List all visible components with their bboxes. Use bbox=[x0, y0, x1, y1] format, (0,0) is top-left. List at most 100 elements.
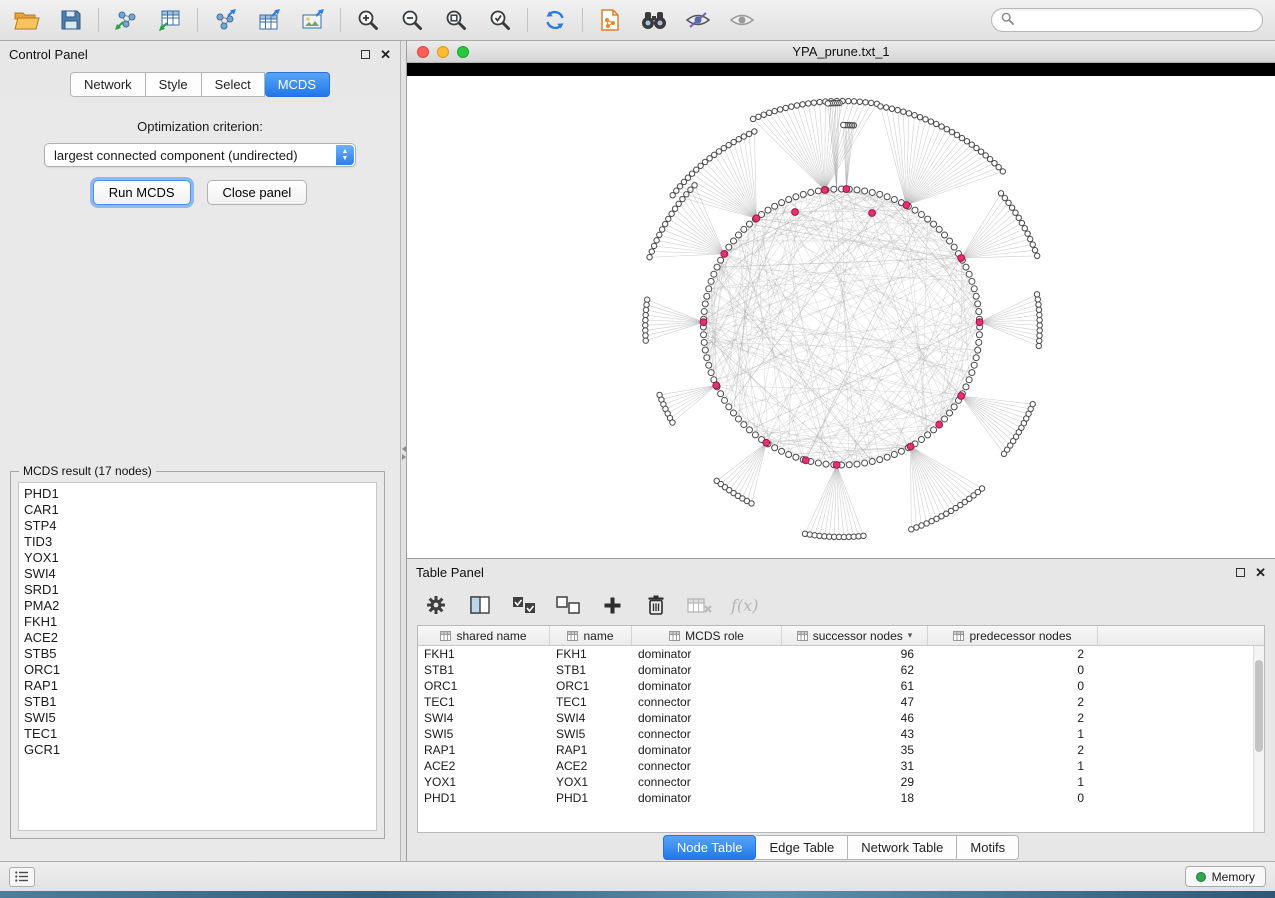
export-image-icon[interactable] bbox=[298, 5, 328, 35]
table-row[interactable]: SWI4SWI4dominator462 bbox=[418, 710, 1264, 726]
table-cell: 62 bbox=[782, 662, 928, 678]
table-cell: 96 bbox=[782, 646, 928, 662]
close-table-panel-icon[interactable]: ✕ bbox=[1255, 566, 1266, 579]
mcds-result-item[interactable]: ACE2 bbox=[24, 630, 371, 646]
control-panel: Control Panel ✕ NetworkStyleSelectMCDS O… bbox=[0, 41, 400, 861]
table-toolbar: f(x) bbox=[407, 585, 1275, 625]
column-header-shared-name[interactable]: shared name bbox=[418, 626, 550, 645]
mcds-result-item[interactable]: GCR1 bbox=[24, 742, 371, 758]
tab-mcds[interactable]: MCDS bbox=[265, 72, 330, 97]
table-row[interactable]: YOX1YOX1connector291 bbox=[418, 774, 1264, 790]
save-icon[interactable] bbox=[56, 5, 86, 35]
task-history-list-icon[interactable] bbox=[9, 867, 35, 887]
table-cell: 18 bbox=[782, 790, 928, 806]
table-cell: 1 bbox=[928, 774, 1098, 790]
mcds-result-item[interactable]: TEC1 bbox=[24, 726, 371, 742]
run-mcds-button[interactable]: Run MCDS bbox=[93, 180, 191, 205]
table-cell: connector bbox=[632, 694, 782, 710]
table-cell: connector bbox=[632, 726, 782, 742]
network-canvas[interactable] bbox=[407, 76, 1275, 558]
deselect-all-icon[interactable] bbox=[555, 592, 581, 618]
mcds-result-item[interactable]: FKH1 bbox=[24, 614, 371, 630]
table-row[interactable]: RAP1RAP1dominator352 bbox=[418, 742, 1264, 758]
tab-motifs[interactable]: Motifs bbox=[957, 835, 1019, 860]
zoom-fit-icon[interactable] bbox=[441, 5, 471, 35]
table-row[interactable]: ACE2ACE2connector311 bbox=[418, 758, 1264, 774]
mcds-result-item[interactable]: TID3 bbox=[24, 534, 371, 550]
criterion-dropdown[interactable]: largest connected component (undirected)… bbox=[44, 143, 356, 167]
function-builder-fx-icon: f(x) bbox=[731, 596, 758, 615]
mcds-result-item[interactable]: STB1 bbox=[24, 694, 371, 710]
table-cell: 2 bbox=[928, 694, 1098, 710]
show-column-icon[interactable] bbox=[467, 592, 493, 618]
mcds-result-item[interactable]: PHD1 bbox=[24, 486, 371, 502]
open-file-icon[interactable] bbox=[12, 5, 42, 35]
tab-network-table[interactable]: Network Table bbox=[848, 835, 957, 860]
mcds-result-item[interactable]: SWI5 bbox=[24, 710, 371, 726]
toolbar-separator bbox=[527, 8, 528, 32]
search-box[interactable] bbox=[991, 8, 1263, 32]
float-table-panel-icon[interactable] bbox=[1236, 568, 1245, 577]
mcds-result-list[interactable]: PHD1CAR1STP4TID3YOX1SWI4SRD1PMA2FKH1ACE2… bbox=[18, 482, 377, 831]
memory-button[interactable]: Memory bbox=[1185, 866, 1266, 887]
mcds-result-item[interactable]: CAR1 bbox=[24, 502, 371, 518]
column-header-predecessor-nodes[interactable]: predecessor nodes bbox=[928, 626, 1098, 645]
zoom-out-icon[interactable] bbox=[397, 5, 427, 35]
float-panel-icon[interactable] bbox=[361, 50, 370, 59]
close-panel-button[interactable]: Close panel bbox=[207, 180, 308, 205]
mcds-result-item[interactable]: PMA2 bbox=[24, 598, 371, 614]
mcds-result-item[interactable]: STB5 bbox=[24, 646, 371, 662]
tab-network[interactable]: Network bbox=[70, 72, 146, 97]
network-view-titlebar[interactable]: YPA_prune.txt_1 bbox=[407, 41, 1275, 63]
table-row[interactable]: TEC1TEC1connector472 bbox=[418, 694, 1264, 710]
splitter-grip-icon[interactable] bbox=[401, 446, 406, 460]
search-input[interactable] bbox=[1020, 13, 1253, 27]
close-panel-icon[interactable]: ✕ bbox=[380, 48, 391, 61]
table-cell: connector bbox=[632, 758, 782, 774]
import-network-icon[interactable] bbox=[111, 5, 141, 35]
refresh-icon[interactable] bbox=[540, 5, 570, 35]
mcds-result-item[interactable]: STP4 bbox=[24, 518, 371, 534]
add-column-plus-icon[interactable] bbox=[599, 592, 625, 618]
toolbar-separator bbox=[197, 8, 198, 32]
import-table-icon[interactable] bbox=[155, 5, 185, 35]
tab-style[interactable]: Style bbox=[146, 72, 202, 97]
table-cell: 0 bbox=[928, 662, 1098, 678]
select-all-icon[interactable] bbox=[511, 592, 537, 618]
mcds-result-item[interactable]: SWI4 bbox=[24, 566, 371, 582]
show-graphics-details-eye-icon[interactable] bbox=[727, 5, 757, 35]
scrollbar-thumb[interactable] bbox=[1255, 660, 1263, 752]
table-row[interactable]: ORC1ORC1dominator610 bbox=[418, 678, 1264, 694]
export-network-icon[interactable] bbox=[210, 5, 240, 35]
import-style-icon[interactable] bbox=[595, 5, 625, 35]
vertical-splitter[interactable] bbox=[400, 41, 407, 861]
mcds-result-item[interactable]: YOX1 bbox=[24, 550, 371, 566]
table-cell: 43 bbox=[782, 726, 928, 742]
hide-graphics-details-eye-slash-icon[interactable] bbox=[683, 5, 713, 35]
table-settings-gear-icon[interactable] bbox=[423, 592, 449, 618]
table-row[interactable]: STB1STB1dominator620 bbox=[418, 662, 1264, 678]
column-header-name[interactable]: name bbox=[550, 626, 632, 645]
column-header-MCDS-role[interactable]: MCDS role bbox=[632, 626, 782, 645]
delete-column-trash-icon[interactable] bbox=[643, 592, 669, 618]
tab-edge-table[interactable]: Edge Table bbox=[756, 835, 848, 860]
table-row[interactable]: FKH1FKH1dominator962 bbox=[418, 646, 1264, 662]
table-cell: 1 bbox=[928, 758, 1098, 774]
main-toolbar bbox=[0, 0, 1275, 41]
zoom-selected-icon[interactable] bbox=[485, 5, 515, 35]
column-header-successor-nodes[interactable]: successor nodes▾ bbox=[782, 626, 928, 645]
mcds-result-item[interactable]: SRD1 bbox=[24, 582, 371, 598]
table-row[interactable]: PHD1PHD1dominator180 bbox=[418, 790, 1264, 806]
table-cell: STB1 bbox=[418, 662, 550, 678]
table-row[interactable]: SWI5SWI5connector431 bbox=[418, 726, 1264, 742]
table-cell: ACE2 bbox=[418, 758, 550, 774]
search-find-binoculars-icon[interactable] bbox=[639, 5, 669, 35]
table-scrollbar[interactable] bbox=[1253, 646, 1264, 832]
export-table-icon[interactable] bbox=[254, 5, 284, 35]
tab-node-table[interactable]: Node Table bbox=[663, 835, 757, 860]
mcds-result-item[interactable]: RAP1 bbox=[24, 678, 371, 694]
tab-select[interactable]: Select bbox=[202, 72, 265, 97]
zoom-in-icon[interactable] bbox=[353, 5, 383, 35]
mcds-result-item[interactable]: ORC1 bbox=[24, 662, 371, 678]
network-graph[interactable] bbox=[407, 76, 1275, 558]
